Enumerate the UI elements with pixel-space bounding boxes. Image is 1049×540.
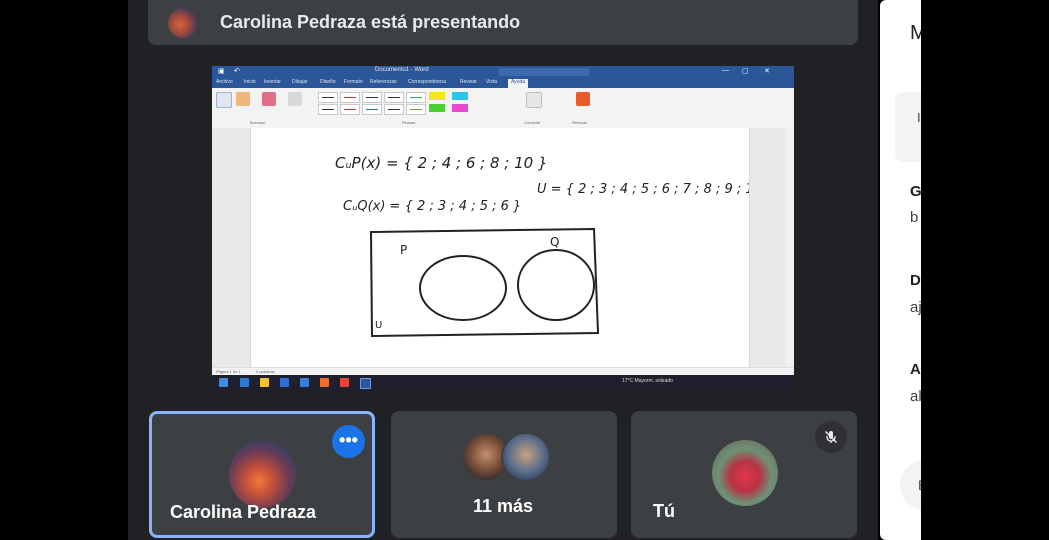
group-label-convertir: Convertir <box>524 120 541 125</box>
pens-gallery <box>318 92 446 116</box>
mic-off-icon <box>824 430 838 444</box>
document-canvas: CᵤP(x) = { 2 ; 4 ; 6 ; 8 ; 10 } CᵤQ(x) =… <box>212 128 794 367</box>
shared-screen[interactable]: ▣ ↶ Documento1 - Word — ▢ ✕ Archivo Inic… <box>212 66 794 390</box>
eraser-icon <box>236 92 250 106</box>
participant-tile-you[interactable]: Tú <box>631 411 857 538</box>
group-label-rehacer: Rehacer <box>572 120 588 125</box>
menu-inicio: Inicio <box>244 79 256 85</box>
status-page: Página 1 de 1 <box>216 369 241 374</box>
avatar <box>229 441 296 508</box>
status-words: 0 palabras <box>256 369 275 374</box>
edge-icon <box>240 378 249 387</box>
mic-off-indicator <box>815 421 847 453</box>
mail-icon <box>300 378 309 387</box>
presenter-avatar <box>168 7 198 38</box>
menu-dibujar: Dibujar <box>292 79 308 85</box>
presenter-label: Carolina Pedraza está presentando <box>220 12 521 32</box>
label-p: P <box>400 243 407 257</box>
minimize-icon: — <box>722 67 729 74</box>
venn-circle-p <box>419 255 507 321</box>
file-explorer-icon <box>260 378 269 387</box>
more-options-button[interactable]: ••• <box>332 425 365 458</box>
lasso-icon <box>288 92 302 106</box>
avatar <box>712 440 778 506</box>
windows-start-icon <box>219 378 228 387</box>
chat-message-sender: G <box>910 183 921 200</box>
ink-to-math-icon <box>526 92 542 108</box>
ink-replay-icon <box>576 92 590 106</box>
chat-message-text: aj <box>910 299 921 316</box>
side-panel-info-box <box>895 92 921 162</box>
participant-tile-others[interactable]: 11 más <box>391 411 617 538</box>
windows-taskbar: 17°C Mayorm. soleado <box>212 375 794 390</box>
chrome-icon <box>340 378 349 387</box>
highlighter-pink-icon <box>452 104 468 112</box>
office-icon <box>320 378 329 387</box>
label-u: U <box>375 320 382 331</box>
side-panel-title: M <box>910 22 921 44</box>
participant-name: Carolina Pedraza <box>170 502 317 522</box>
menu-referencias: Referencias <box>370 79 397 85</box>
group-label-borrador: Borrador <box>250 120 266 125</box>
handwritten-notes: CᵤP(x) = { 2 ; 4 ; 6 ; 8 ; 10 } CᵤQ(x) =… <box>335 154 749 338</box>
menu-correspondencia: Correspondencia <box>408 79 447 85</box>
close-icon: ✕ <box>764 68 770 75</box>
word-taskbar-icon <box>360 378 371 389</box>
handwritten-line-1: CᵤP(x) = { 2 ; 4 ; 6 ; 8 ; 10 } <box>335 154 548 172</box>
word-ribbon: Borrador Plumas Convertir Rehacer <box>212 88 794 129</box>
highlighter-green-icon <box>429 104 445 112</box>
presenter-banner[interactable]: Carolina Pedraza está presentando <box>148 0 858 45</box>
label-q: Q <box>550 235 559 249</box>
chat-message-sender: D <box>910 272 921 289</box>
group-label-plumas: Plumas <box>402 120 416 125</box>
chat-message-text: b <box>910 209 919 226</box>
select-tool-icon <box>216 92 232 108</box>
chat-message-text: al <box>910 388 921 405</box>
chat-message-sender: A <box>910 361 921 378</box>
maximize-icon: ▢ <box>742 68 749 75</box>
side-panel[interactable]: M I G b D aj A al E <box>880 0 921 540</box>
others-count-label: 11 más <box>473 496 534 516</box>
more-options-icon: ••• <box>339 430 358 450</box>
menu-formato: Formato <box>344 79 363 85</box>
undo-icon: ↶ <box>234 68 240 75</box>
highlighter-yellow-icon <box>429 92 445 100</box>
handwritten-line-3: U = { 2 ; 3 ; 4 ; 5 ; 6 ; 7 ; 8 ; 9 ; 10… <box>537 182 749 197</box>
word-logo-icon: ▣ <box>218 68 225 75</box>
avatar <box>501 432 551 482</box>
menu-revisar: Revisar <box>460 79 477 85</box>
word-window-title: Documento1 - Word <box>375 67 429 73</box>
menu-ayuda: Ayuda <box>508 79 529 88</box>
participant-name: Tú <box>653 501 675 521</box>
menu-archivo: Archivo <box>216 79 233 85</box>
menu-diseno: Diseño <box>320 79 336 85</box>
word-search-box <box>499 68 589 76</box>
participant-tile-carolina[interactable]: ••• Carolina Pedraza <box>149 411 375 538</box>
store-icon <box>280 378 289 387</box>
venn-circle-q <box>517 249 595 321</box>
document-page: CᵤP(x) = { 2 ; 4 ; 6 ; 8 ; 10 } CᵤQ(x) =… <box>250 128 750 367</box>
word-menubar: Archivo Inicio Insertar Dibujar Diseño F… <box>212 78 794 88</box>
menu-vista: Vista <box>486 79 498 85</box>
word-titlebar: ▣ ↶ Documento1 - Word — ▢ ✕ <box>212 66 794 78</box>
point-eraser-icon <box>262 92 276 106</box>
handwritten-line-2: CᵤQ(x) = { 2 ; 3 ; 4 ; 5 ; 6 } <box>343 199 521 214</box>
right-border <box>921 0 1049 540</box>
highlighter-cyan-icon <box>452 92 468 100</box>
vertical-scrollbar[interactable] <box>786 128 794 367</box>
menu-insertar: Insertar <box>264 79 281 85</box>
tray-weather: 17°C Mayorm. soleado <box>622 378 673 384</box>
